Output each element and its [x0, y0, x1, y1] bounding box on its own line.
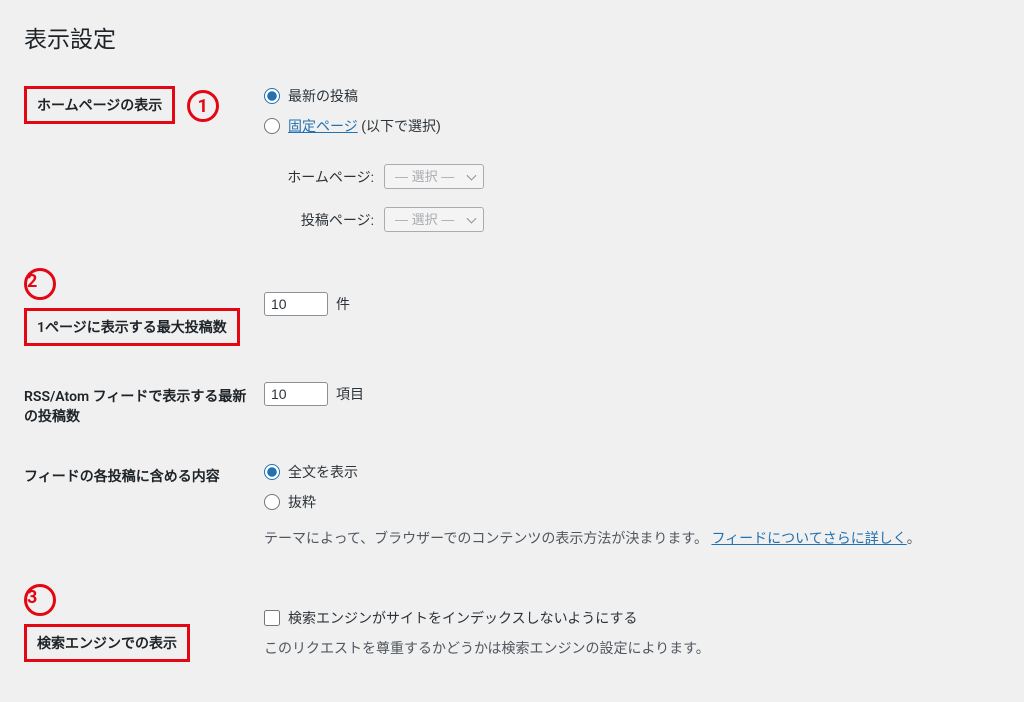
- posts-per-page-unit: 件: [336, 294, 350, 314]
- rss-items-unit: 項目: [336, 384, 364, 404]
- search-engine-visibility-label: 検索エンジンでの表示: [24, 624, 190, 662]
- search-engine-noindex-label: 検索エンジンがサイトをインデックスしないようにする: [288, 608, 637, 628]
- annotation-one-icon: 1: [187, 90, 219, 122]
- feed-learn-more-link[interactable]: フィードについてさらに詳しく: [711, 531, 906, 547]
- feed-full-text-label: 全文を表示: [288, 462, 358, 482]
- search-engine-noindex-checkbox[interactable]: [264, 610, 280, 626]
- feed-excerpt-radio[interactable]: [264, 494, 280, 510]
- homepage-static-page-suffix: (以下で選択): [361, 119, 441, 135]
- posts-per-page-label: 1ページに表示する最大投稿数: [24, 308, 240, 346]
- homepage-latest-posts-radio[interactable]: [264, 88, 280, 104]
- rss-items-input[interactable]: [264, 382, 328, 406]
- feed-excerpt-label: 抜粋: [288, 492, 316, 512]
- feed-full-text-radio[interactable]: [264, 464, 280, 480]
- rss-items-label: RSS/Atom フィードで表示する最新の投稿数: [24, 389, 246, 425]
- homepage-static-page-radio[interactable]: [264, 118, 280, 134]
- homepage-select-label: ホームページ:: [284, 167, 374, 187]
- settings-form-table: ホームページの表示 1 最新の投稿 固定ページ (以下で選択) ホ: [24, 76, 1000, 682]
- homepage-select[interactable]: — 選択 —: [384, 164, 484, 189]
- posts-page-select[interactable]: — 選択 —: [384, 207, 484, 232]
- search-engine-description: このリクエストを尊重するかどうかは検索エンジンの設定によります。: [264, 638, 990, 658]
- annotation-two-icon: 2: [24, 268, 56, 300]
- feed-content-label: フィードの各投稿に含める内容: [24, 469, 220, 485]
- homepage-static-page-link[interactable]: 固定ページ: [288, 119, 358, 135]
- page-title: 表示設定: [24, 20, 1000, 54]
- annotation-three-icon: 3: [24, 584, 56, 616]
- homepage-latest-posts-label: 最新の投稿: [288, 86, 358, 106]
- feed-content-description: テーマによって、ブラウザーでのコンテンツの表示方法が決まります。 フィードについ…: [264, 528, 990, 548]
- posts-page-select-label: 投稿ページ:: [284, 210, 374, 230]
- posts-per-page-input[interactable]: [264, 292, 328, 316]
- homepage-display-label: ホームページの表示: [24, 86, 175, 124]
